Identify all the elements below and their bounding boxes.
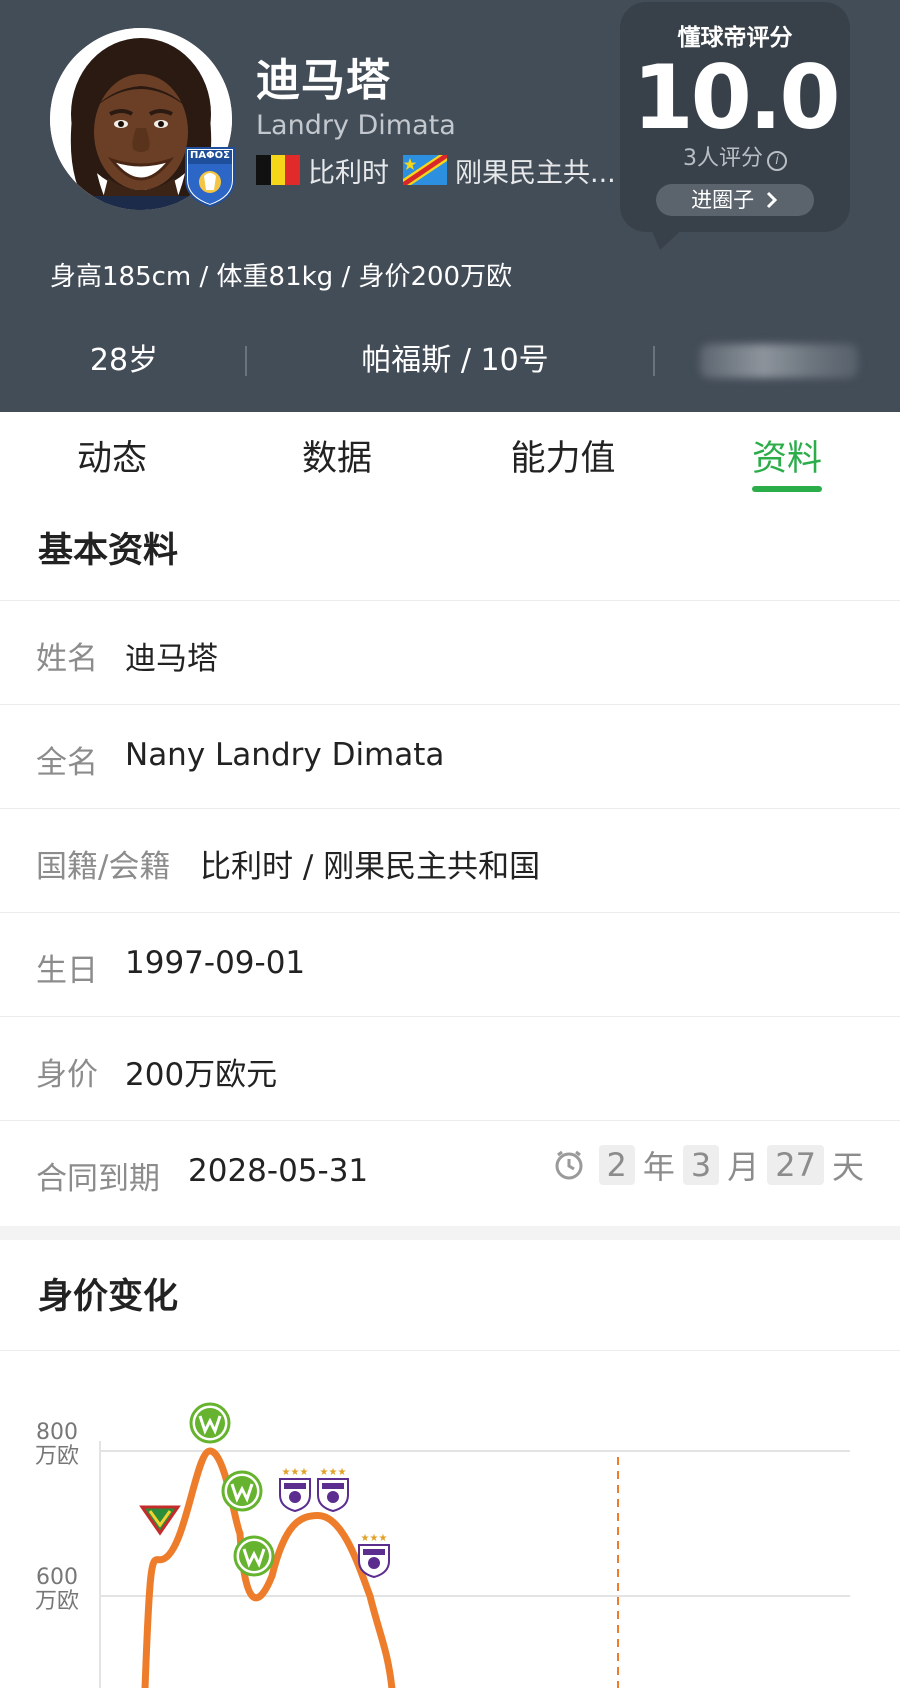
section-divider [0, 1226, 900, 1240]
club-marker[interactable] [221, 1470, 263, 1512]
club-marker[interactable]: ★★★ [279, 1467, 311, 1513]
svg-text:★★★: ★★★ [320, 1467, 347, 1478]
info-icon[interactable]: i [767, 151, 787, 171]
row-value: 2028-05-31 [188, 1153, 369, 1189]
tab-bar: 动态 数据 能力值 资料 [0, 412, 900, 492]
club-marker[interactable] [233, 1535, 275, 1577]
row-label: 姓名 [36, 641, 98, 677]
club-marker[interactable]: ★★★ [358, 1533, 390, 1579]
rating-count: 3人评分 [683, 146, 763, 171]
market-value-plot: ★★★ ★★★ ★★★ [99, 1402, 850, 1688]
belgium-flag-icon [256, 155, 300, 185]
clock-icon [555, 1150, 583, 1180]
row-value: 1997-09-01 [125, 945, 306, 981]
row-label: 国籍/会籍 [36, 849, 171, 885]
player-club-number[interactable]: 帕福斯 / 10号 [320, 336, 590, 386]
countdown-days: 27 [767, 1145, 824, 1185]
row-label: 合同到期 [36, 1161, 160, 1197]
club-marker[interactable] [189, 1402, 231, 1444]
nationality-row: 比利时 刚果民主共... [256, 152, 630, 189]
countdown-year-unit: 年 [642, 1148, 675, 1186]
row-label: 全名 [36, 745, 98, 781]
basic-info-title: 基本资料 [38, 531, 179, 571]
tab-feed[interactable]: 动态 [37, 430, 187, 481]
club-marker[interactable] [139, 1505, 181, 1536]
info-divider [245, 346, 247, 376]
player-name: 迪马塔 [256, 55, 391, 106]
row-value: 比利时 / 刚果民主共和国 [200, 849, 541, 885]
contract-countdown: 2 年 3 月 27 天 [553, 1143, 864, 1187]
info-row-fullname: 全名 Nany Landry Dimata [0, 704, 900, 808]
info-row-birthday: 生日 1997-09-01 [0, 912, 900, 1016]
drc-flag-icon [403, 155, 447, 185]
info-divider [653, 346, 655, 376]
tab-ability[interactable]: 能力值 [488, 430, 638, 481]
player-name-english: Landry Dimata [256, 110, 456, 141]
row-value: Nany Landry Dimata [125, 737, 445, 773]
tab-profile[interactable]: 资料 [712, 430, 862, 481]
club-badge-label: ΠΑΦΟΣ [190, 150, 230, 161]
chevron-right-icon [766, 191, 777, 209]
market-value-title: 身价变化 [38, 1277, 179, 1317]
countdown-months: 3 [682, 1145, 720, 1185]
blurred-info [700, 344, 858, 378]
join-circle-button[interactable]: 进圈子 [656, 184, 814, 216]
player-info-bar: 28岁 帕福斯 / 10号 [0, 336, 900, 386]
tab-active-indicator [752, 486, 822, 492]
countdown-years: 2 [598, 1145, 635, 1185]
nationality-belgium: 比利时 [308, 157, 389, 189]
row-label: 生日 [36, 953, 98, 989]
rating-card-tail [650, 226, 686, 250]
market-value-chart: 800 万欧 600 万欧 ★★★ ★★★ ★★★ [0, 1350, 900, 1688]
info-row-nationality: 国籍/会籍 比利时 / 刚果民主共和国 [0, 808, 900, 912]
player-header: ΠΑΦΟΣ 迪马塔 Landry Dimata 比利时 刚果民主共... 身高1… [0, 0, 900, 412]
countdown-month-unit: 月 [727, 1148, 760, 1186]
row-value: 迪马塔 [125, 641, 218, 677]
join-circle-label: 进圈子 [691, 188, 755, 212]
rating-count-row: 3人评分 i [620, 140, 850, 172]
info-row-name: 姓名 迪马塔 [0, 600, 900, 704]
nationality-drc: 刚果民主共... [455, 157, 616, 189]
tab-data[interactable]: 数据 [262, 430, 412, 481]
info-row-market-value: 身价 200万欧元 [0, 1016, 900, 1120]
svg-text:★★★: ★★★ [361, 1533, 388, 1544]
player-body-stats: 身高185cm / 体重81kg / 身价200万欧 [50, 262, 513, 292]
info-row-contract: 合同到期 2028-05-31 2 年 3 月 27 天 [0, 1120, 900, 1224]
player-age: 28岁 [89, 343, 159, 378]
row-value: 200万欧元 [125, 1057, 278, 1093]
row-label: 身价 [36, 1057, 98, 1093]
countdown-day-unit: 天 [831, 1148, 864, 1186]
rating-score: 10.0 [632, 46, 840, 149]
club-marker[interactable]: ★★★ [317, 1467, 349, 1513]
svg-text:★★★: ★★★ [282, 1467, 309, 1478]
